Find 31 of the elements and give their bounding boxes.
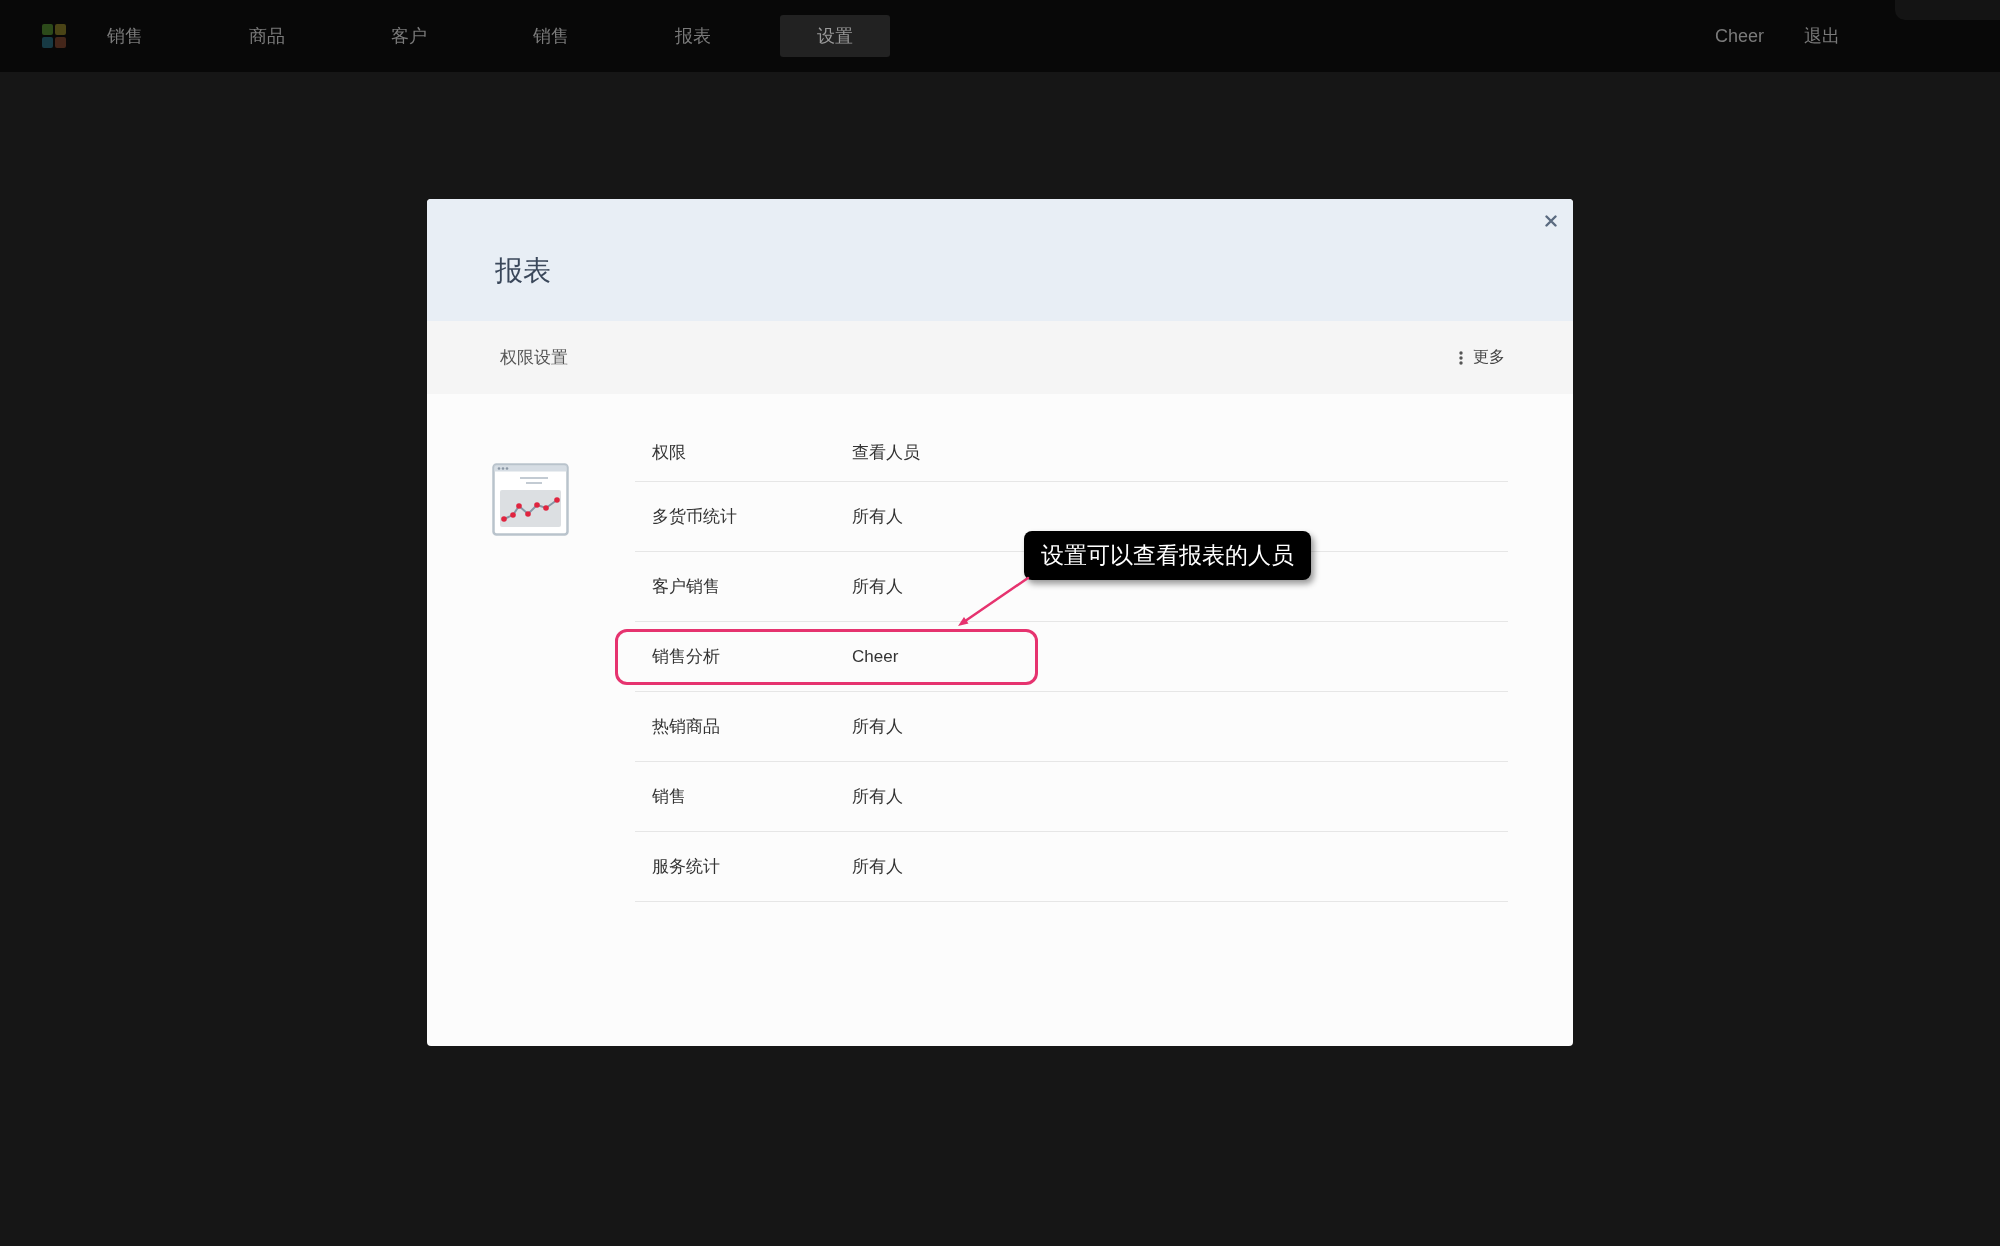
user-link[interactable]: Cheer — [1714, 24, 1764, 48]
dialog-title: 报表 — [495, 254, 551, 288]
nav-tab[interactable]: 报表 — [638, 15, 748, 57]
pointer-arrow — [958, 576, 1030, 626]
logo-icon — [40, 22, 68, 50]
nav-tab[interactable]: 商品 — [212, 15, 322, 57]
table-cell-text: 销售 — [651, 786, 687, 808]
nav-tab[interactable]: 销售 — [496, 15, 606, 57]
callout-tooltip: 设置可以查看报表的人员 — [1024, 531, 1311, 580]
table-cell-text: 多货币统计 — [651, 506, 738, 528]
table-cell-text: 服务统计 — [651, 856, 721, 878]
more-button[interactable]: 更多 — [1459, 347, 1505, 368]
table-cell-text: 所有人 — [852, 576, 903, 598]
close-icon — [1545, 215, 1557, 227]
nav-tab[interactable]: 客户 — [354, 15, 464, 57]
table-cell-text: 所有人 — [852, 856, 903, 878]
table-cell-text: 销售分析 — [651, 646, 721, 668]
table-cell-text: 热销商品 — [651, 716, 721, 738]
column-header: 查看人员 — [852, 442, 920, 464]
table-cell-text: 所有人 — [852, 506, 903, 528]
vertical-dots-icon — [1459, 350, 1463, 365]
table-cell-text: 客户销售 — [651, 576, 721, 598]
table-cell-text: 所有人 — [852, 716, 903, 738]
column-header: 权限 — [651, 442, 687, 464]
nav-tab[interactable]: 设置 — [780, 15, 890, 57]
close-button[interactable] — [1543, 213, 1559, 229]
table-cell: Cheer — [852, 646, 899, 667]
section-title: 权限设置 — [500, 347, 568, 369]
nav-tab[interactable]: 销售 — [70, 15, 180, 57]
logout-link[interactable]: 退出 — [1804, 24, 1840, 48]
table-cell-text: 所有人 — [852, 786, 903, 808]
